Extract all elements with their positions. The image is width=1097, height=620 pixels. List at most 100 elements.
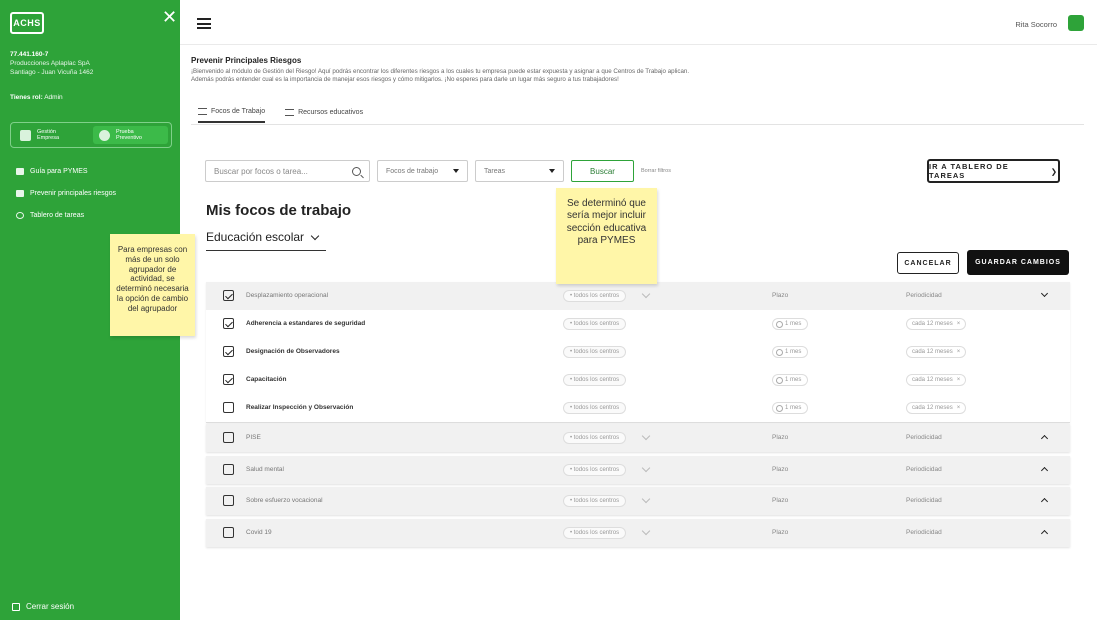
plazo-pill[interactable]: 1 mes	[772, 374, 809, 386]
switch-gestion-empresa[interactable]: Gestión Empresa	[14, 126, 89, 144]
checkbox[interactable]	[223, 464, 234, 475]
company-info: 77.441.160-7 Producciones Aplaplac SpA S…	[10, 50, 93, 77]
tarea-row: Capacitación • todos los centros 1 mes c…	[206, 366, 1070, 394]
tarea-name: Capacitación	[246, 376, 287, 383]
tab-focos-de-trabajo[interactable]: Focos de Trabajo	[198, 108, 266, 123]
chevron-up-icon[interactable]	[1040, 495, 1050, 505]
sidebar-item-guia[interactable]: Guía para PYMES	[16, 160, 176, 182]
sidebar-item-prevenir[interactable]: Prevenir principales riesgos	[16, 182, 176, 204]
foco-row[interactable]: Covid 19 • todos los centros Plazo Perio…	[206, 519, 1070, 547]
cancel-button[interactable]: CANCELAR	[897, 252, 959, 274]
periodicidad-value: cada 12 meses	[912, 405, 953, 411]
save-button[interactable]: GUARDAR CAMBIOS	[967, 250, 1069, 275]
plazo-pill[interactable]: 1 mes	[772, 318, 809, 330]
centros-pill[interactable]: • todos los centros	[563, 464, 627, 476]
plazo-pill[interactable]: 1 mes	[772, 402, 809, 414]
tab-label: Recursos educativos	[298, 109, 364, 116]
chevron-up-icon[interactable]	[1040, 527, 1050, 537]
building-icon	[20, 129, 31, 141]
checkbox[interactable]	[223, 527, 234, 538]
list-icon	[198, 108, 207, 115]
chevron-down-icon[interactable]	[641, 291, 651, 301]
shield-icon	[99, 129, 110, 141]
tarea-row: Adherencia a estandares de seguridad • t…	[206, 310, 1070, 338]
logout-button[interactable]: Cerrar sesión	[12, 602, 74, 611]
checkbox[interactable]	[223, 318, 234, 329]
close-sidebar-icon[interactable]: ✕	[162, 8, 177, 26]
remove-icon[interactable]: ×	[957, 321, 961, 327]
plazo-value: 1 mes	[785, 405, 802, 411]
focos-select-value: Focos de trabajo	[386, 167, 439, 175]
foco-name: Covid 19	[246, 529, 272, 536]
foco-row[interactable]: Sobre esfuerzo vocacional • todos los ce…	[206, 487, 1070, 515]
plazo-pill[interactable]: 1 mes	[772, 346, 809, 358]
chevron-down-icon[interactable]	[1040, 290, 1050, 300]
chevron-down-icon[interactable]	[641, 496, 651, 506]
foco-group-collapsed: Sobre esfuerzo vocacional • todos los ce…	[206, 487, 1070, 515]
periodicidad-pill[interactable]: cada 12 meses ×	[906, 318, 967, 330]
centros-pill[interactable]: • todos los centros	[563, 432, 627, 444]
company-name: Producciones Aplaplac SpA	[10, 60, 90, 67]
chevron-down-icon[interactable]	[641, 528, 651, 538]
borrar-filtros-link[interactable]: Borrar filtros	[641, 168, 671, 174]
checkbox[interactable]	[223, 495, 234, 506]
section-title: Mis focos de trabajo	[206, 202, 352, 219]
achs-logo: ACHS	[10, 12, 44, 34]
user-name[interactable]: Rita Socorro	[1015, 20, 1057, 29]
agrupador-dropdown[interactable]: Educación escolar	[206, 230, 326, 251]
foco-name: Sobre esfuerzo vocacional	[246, 497, 323, 504]
centros-pill[interactable]: • todos los centros	[563, 495, 627, 507]
remove-icon[interactable]: ×	[957, 377, 961, 383]
agrupador-value: Educación escolar	[206, 230, 305, 244]
foco-name: PISE	[246, 434, 261, 441]
foco-group-collapsed: Covid 19 • todos los centros Plazo Perio…	[206, 519, 1070, 547]
caret-down-icon	[549, 169, 555, 173]
periodicidad-pill[interactable]: cada 12 meses ×	[906, 346, 967, 358]
ir-a-tablero-button[interactable]: IR A TABLERO DE TAREAS ❯	[927, 159, 1060, 183]
sidebar-item-label: Guía para PYMES	[30, 167, 88, 175]
foco-row[interactable]: PISE • todos los centros Plazo Periodici…	[206, 424, 1070, 452]
chevron-up-icon[interactable]	[1040, 464, 1050, 474]
centros-pill[interactable]: • todos los centros	[563, 527, 627, 539]
tab-recursos-educativos[interactable]: Recursos educativos	[285, 108, 363, 123]
book-icon	[16, 189, 24, 197]
foco-row[interactable]: Desplazamiento operacional • todos los c…	[206, 282, 1070, 310]
switch-prueba-bottom: Preventivo	[116, 135, 142, 141]
remove-icon[interactable]: ×	[957, 349, 961, 355]
plazo-label: Plazo	[772, 434, 789, 441]
search-input[interactable]: Buscar por focos o tarea...	[205, 160, 370, 182]
buscar-button[interactable]: Buscar	[571, 160, 634, 182]
tarea-row: Realizar Inspección y Observación • todo…	[206, 394, 1070, 422]
centros-pill[interactable]: • todos los centros	[563, 318, 627, 330]
tareas-select[interactable]: Tareas	[475, 160, 564, 182]
checkbox[interactable]	[223, 402, 234, 413]
checkbox[interactable]	[223, 346, 234, 357]
foco-row[interactable]: Salud mental • todos los centros Plazo P…	[206, 456, 1070, 484]
centros-pill[interactable]: • todos los centros	[563, 346, 627, 358]
sidebar-item-tablero[interactable]: Tablero de tareas	[16, 204, 176, 226]
menu-icon[interactable]	[197, 18, 211, 29]
user-building-icon[interactable]	[1068, 15, 1084, 31]
tarea-name: Adherencia a estandares de seguridad	[246, 320, 366, 327]
periodicidad-pill[interactable]: cada 12 meses ×	[906, 402, 967, 414]
chevron-down-icon[interactable]	[641, 465, 651, 475]
checkbox[interactable]	[223, 290, 234, 301]
centros-pill[interactable]: • todos los centros	[563, 374, 627, 386]
chevron-up-icon[interactable]	[1040, 432, 1050, 442]
periodicidad-value: cada 12 meses	[912, 377, 953, 383]
centros-pill[interactable]: • todos los centros	[563, 402, 627, 414]
sidebar-nav: Guía para PYMES Prevenir principales rie…	[16, 160, 176, 226]
focos-select[interactable]: Focos de trabajo	[377, 160, 468, 182]
periodicidad-label: Periodicidad	[906, 466, 942, 473]
chevron-down-icon[interactable]	[641, 433, 651, 443]
plazo-value: 1 mes	[785, 321, 802, 327]
centros-pill[interactable]: • todos los centros	[563, 290, 627, 302]
checkbox[interactable]	[223, 374, 234, 385]
remove-icon[interactable]: ×	[957, 405, 961, 411]
clock-icon	[776, 348, 783, 356]
clock-icon	[776, 376, 783, 384]
switch-prueba-preventivo[interactable]: Prueba Preventivo	[93, 126, 168, 144]
periodicidad-pill[interactable]: cada 12 meses ×	[906, 374, 967, 386]
logout-icon	[12, 602, 20, 611]
checkbox[interactable]	[223, 432, 234, 443]
